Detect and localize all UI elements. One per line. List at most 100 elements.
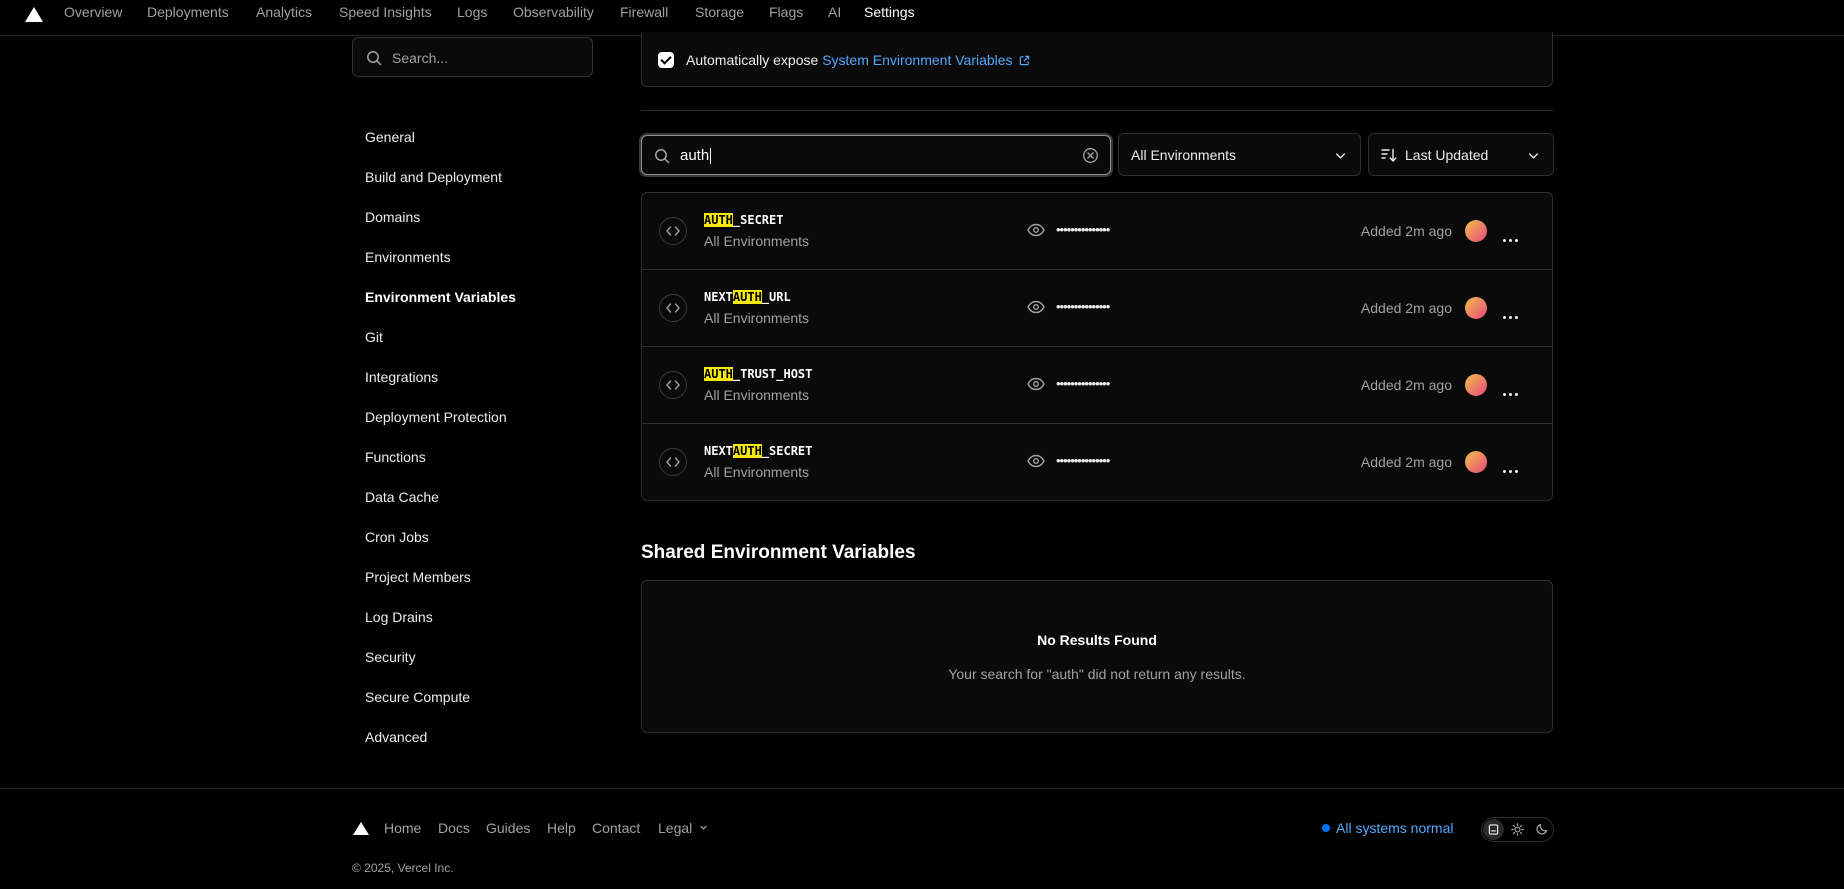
added-timestamp: Added 2m ago <box>1360 223 1452 239</box>
sidebar-item-integrations[interactable]: Integrations <box>365 367 438 387</box>
sidebar-item-cron-jobs[interactable]: Cron Jobs <box>365 527 429 547</box>
avatar[interactable] <box>1465 297 1487 319</box>
chevron-down-icon <box>1335 153 1346 159</box>
footer: Home Docs Guides Help Contact Legal All … <box>0 788 1844 889</box>
tab-ai[interactable]: AI <box>828 0 841 35</box>
sidebar-item-environment-variables[interactable]: Environment Variables <box>365 287 516 307</box>
env-search-value: auth <box>680 147 712 165</box>
sun-icon <box>1511 823 1524 836</box>
vercel-logo-icon[interactable] <box>25 7 43 22</box>
tab-speed-insights[interactable]: Speed Insights <box>339 0 432 35</box>
sidebar-item-functions[interactable]: Functions <box>365 447 426 467</box>
tab-analytics[interactable]: Analytics <box>256 0 312 35</box>
environment-filter-value: All Environments <box>1131 147 1237 163</box>
avatar[interactable] <box>1465 374 1487 396</box>
sidebar-item-general[interactable]: General <box>365 127 415 147</box>
tab-deployments[interactable]: Deployments <box>147 0 229 35</box>
added-timestamp: Added 2m ago <box>1360 454 1452 470</box>
footer-link-help[interactable]: Help <box>547 820 576 836</box>
sidebar-item-secure-compute[interactable]: Secure Compute <box>365 687 470 707</box>
theme-system-button[interactable] <box>1483 819 1504 840</box>
sort-icon <box>1381 148 1397 163</box>
avatar[interactable] <box>1465 451 1487 473</box>
tab-overview[interactable]: Overview <box>64 0 122 35</box>
external-link-icon <box>1020 55 1030 66</box>
theme-light-button[interactable] <box>1507 819 1528 840</box>
sidebar-item-log-drains[interactable]: Log Drains <box>365 607 433 627</box>
code-icon <box>659 448 687 476</box>
footer-link-legal[interactable]: Legal <box>658 820 708 836</box>
more-options-icon[interactable] <box>1503 306 1521 322</box>
sidebar-item-deployment-protection[interactable]: Deployment Protection <box>365 407 507 427</box>
avatar[interactable] <box>1465 220 1487 242</box>
sidebar-item-advanced[interactable]: Advanced <box>365 727 427 747</box>
expose-checkbox[interactable] <box>658 52 674 68</box>
chevron-down-icon <box>1528 153 1539 159</box>
masked-value: ••••••••••••••• <box>1056 222 1110 237</box>
env-variable-environment: All Environments <box>704 233 810 249</box>
copyright: © 2025, Vercel Inc. <box>352 861 454 875</box>
chevron-down-icon <box>700 825 707 830</box>
added-timestamp: Added 2m ago <box>1360 377 1452 393</box>
env-variable-row[interactable]: AUTH_TRUST_HOST All Environments •••••••… <box>642 347 1552 424</box>
eye-icon[interactable] <box>1027 223 1045 237</box>
theme-dark-button[interactable] <box>1531 819 1552 840</box>
system-env-vars-link[interactable]: System Environment Variables <box>822 52 1030 68</box>
vercel-logo-icon[interactable] <box>353 822 369 835</box>
tab-settings[interactable]: Settings <box>852 0 927 35</box>
eye-icon[interactable] <box>1027 377 1045 391</box>
code-icon <box>659 371 687 399</box>
sidebar-search-input[interactable]: Search... <box>352 37 593 77</box>
footer-link-guides[interactable]: Guides <box>486 820 530 836</box>
section-divider <box>641 110 1553 111</box>
tab-observability[interactable]: Observability <box>513 0 594 35</box>
system-theme-icon <box>1488 824 1499 835</box>
env-variable-environment: All Environments <box>704 464 810 480</box>
empty-state-description: Your search for "auth" did not return an… <box>948 666 1246 682</box>
theme-switcher <box>1481 817 1554 842</box>
tab-storage[interactable]: Storage <box>695 0 744 35</box>
footer-link-contact[interactable]: Contact <box>592 820 640 836</box>
tab-flags[interactable]: Flags <box>769 0 803 35</box>
env-variable-row[interactable]: NEXTAUTH_SECRET All Environments •••••••… <box>642 424 1552 500</box>
code-icon <box>659 217 687 245</box>
footer-link-home[interactable]: Home <box>384 820 421 836</box>
env-variable-name: NEXTAUTH_SECRET <box>704 444 813 458</box>
sort-value: Last Updated <box>1405 147 1489 163</box>
env-variable-environment: All Environments <box>704 387 810 403</box>
env-variable-environment: All Environments <box>704 310 810 326</box>
sidebar-item-build-and-deployment[interactable]: Build and Deployment <box>365 167 502 187</box>
tab-firewall[interactable]: Firewall <box>620 0 668 35</box>
sidebar-item-environments[interactable]: Environments <box>365 247 451 267</box>
expose-label: Automatically expose System Environment … <box>686 52 1030 68</box>
sidebar-item-security[interactable]: Security <box>365 647 416 667</box>
sidebar-item-project-members[interactable]: Project Members <box>365 567 471 587</box>
env-variable-row[interactable]: AUTH_SECRET All Environments •••••••••••… <box>642 193 1552 270</box>
system-status-link[interactable]: All systems normal <box>1322 820 1453 836</box>
clear-search-icon[interactable] <box>1082 147 1099 164</box>
masked-value: ••••••••••••••• <box>1056 299 1110 314</box>
footer-link-docs[interactable]: Docs <box>438 820 470 836</box>
eye-icon[interactable] <box>1027 300 1045 314</box>
more-options-icon[interactable] <box>1503 229 1521 245</box>
masked-value: ••••••••••••••• <box>1056 453 1110 468</box>
shared-env-vars-title: Shared Environment Variables <box>641 542 916 563</box>
search-icon <box>655 149 670 164</box>
more-options-icon[interactable] <box>1503 383 1521 399</box>
env-variable-row[interactable]: NEXTAUTH_URL All Environments ••••••••••… <box>642 270 1552 347</box>
env-variable-list: AUTH_SECRET All Environments •••••••••••… <box>641 192 1553 501</box>
sidebar-item-data-cache[interactable]: Data Cache <box>365 487 439 507</box>
sidebar-item-domains[interactable]: Domains <box>365 207 420 227</box>
environment-filter-select[interactable]: All Environments <box>1118 133 1361 176</box>
more-options-icon[interactable] <box>1503 460 1521 476</box>
sidebar-search-placeholder: Search... <box>392 50 449 66</box>
masked-value: ••••••••••••••• <box>1056 376 1110 391</box>
sort-select[interactable]: Last Updated <box>1368 133 1554 176</box>
moon-icon <box>1536 823 1548 835</box>
eye-icon[interactable] <box>1027 454 1045 468</box>
tab-logs[interactable]: Logs <box>457 0 487 35</box>
env-variable-name: AUTH_TRUST_HOST <box>704 367 813 381</box>
env-search-input[interactable]: auth <box>641 135 1111 175</box>
code-icon <box>659 294 687 322</box>
sidebar-item-git[interactable]: Git <box>365 327 383 347</box>
